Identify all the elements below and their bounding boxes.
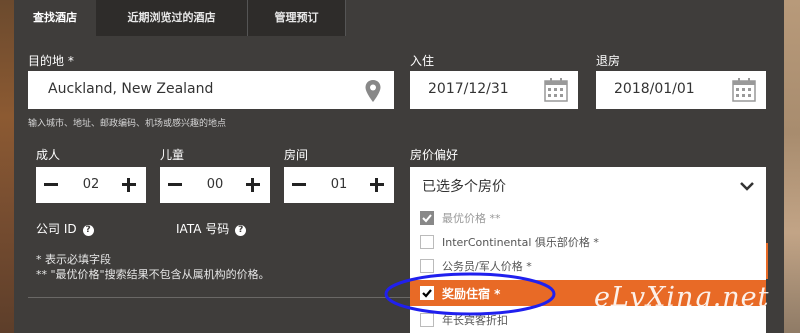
checkout-value: 2018/01/01 (614, 81, 695, 97)
rate-preference-select[interactable]: 已选多个房价 (410, 167, 766, 203)
rate-option-ic-club[interactable]: InterContinental 俱乐部价格 * (410, 230, 766, 254)
tab-recently-viewed[interactable]: 近期浏览过的酒店 (96, 0, 248, 36)
watermark: eLvXing.net (594, 282, 770, 313)
help-icon[interactable]: ? (82, 225, 94, 236)
checkbox-checked[interactable] (420, 211, 434, 225)
required-note: * 表示必填字段 (36, 253, 111, 266)
destination-hint: 输入城市、地址、邮政编码、机场或感兴趣的地点 (28, 119, 227, 129)
corporate-id-label: 公司 ID? (36, 220, 94, 237)
tabbar-background (346, 0, 784, 36)
plus-icon[interactable] (246, 178, 260, 192)
rate-option-label: 最优价格 ** (442, 212, 501, 225)
tab-manage-booking[interactable]: 管理预订 (248, 0, 346, 36)
chevron-down-icon[interactable] (740, 181, 754, 191)
destination-label: 目的地 * (28, 54, 74, 68)
checkout-label: 退房 (596, 54, 621, 68)
checkmark-icon (422, 214, 432, 223)
rate-option-best[interactable]: 最优价格 ** (410, 206, 766, 230)
rooms-value: 01 (330, 177, 348, 192)
destination-input[interactable]: Auckland, New Zealand (28, 71, 394, 109)
children-label: 儿童 (160, 148, 185, 162)
rooms-label: 房间 (284, 148, 309, 162)
rate-selected-value: 已选多个房价 (422, 179, 506, 195)
calendar-icon[interactable] (732, 78, 756, 102)
adults-label: 成人 (36, 148, 61, 162)
minus-icon[interactable] (168, 183, 182, 186)
help-icon[interactable]: ? (235, 225, 247, 236)
checkin-label: 入住 (410, 54, 435, 68)
checkout-date-input[interactable]: 2018/01/01 (596, 71, 766, 109)
plus-icon[interactable] (122, 178, 136, 192)
checkin-value: 2017/12/31 (428, 81, 509, 97)
rooms-stepper: 01 (284, 167, 394, 203)
destination-value: Auckland, New Zealand (48, 81, 214, 97)
rate-preference-label: 房价偏好 (410, 148, 459, 162)
children-stepper: 00 (160, 167, 270, 203)
background-photo-left (0, 0, 14, 333)
location-pin-icon[interactable] (364, 79, 382, 103)
calendar-icon[interactable] (544, 78, 568, 102)
adults-value: 02 (82, 177, 100, 192)
checkin-date-input[interactable]: 2017/12/31 (410, 71, 578, 109)
iata-label: IATA 号码? (176, 220, 247, 237)
background-photo-right (784, 0, 800, 333)
annotation-ellipse (384, 272, 556, 316)
best-rate-note: ** "最优价格"搜索结果不包含从属机构的价格。 (36, 268, 270, 281)
rate-option-label: InterContinental 俱乐部价格 * (442, 236, 599, 249)
minus-icon[interactable] (44, 183, 58, 186)
adults-stepper: 02 (36, 167, 146, 203)
plus-icon[interactable] (370, 178, 384, 192)
tab-find-hotel[interactable]: 查找酒店 (14, 0, 96, 36)
children-value: 00 (206, 177, 224, 192)
checkbox[interactable] (420, 235, 434, 249)
minus-icon[interactable] (292, 183, 306, 186)
